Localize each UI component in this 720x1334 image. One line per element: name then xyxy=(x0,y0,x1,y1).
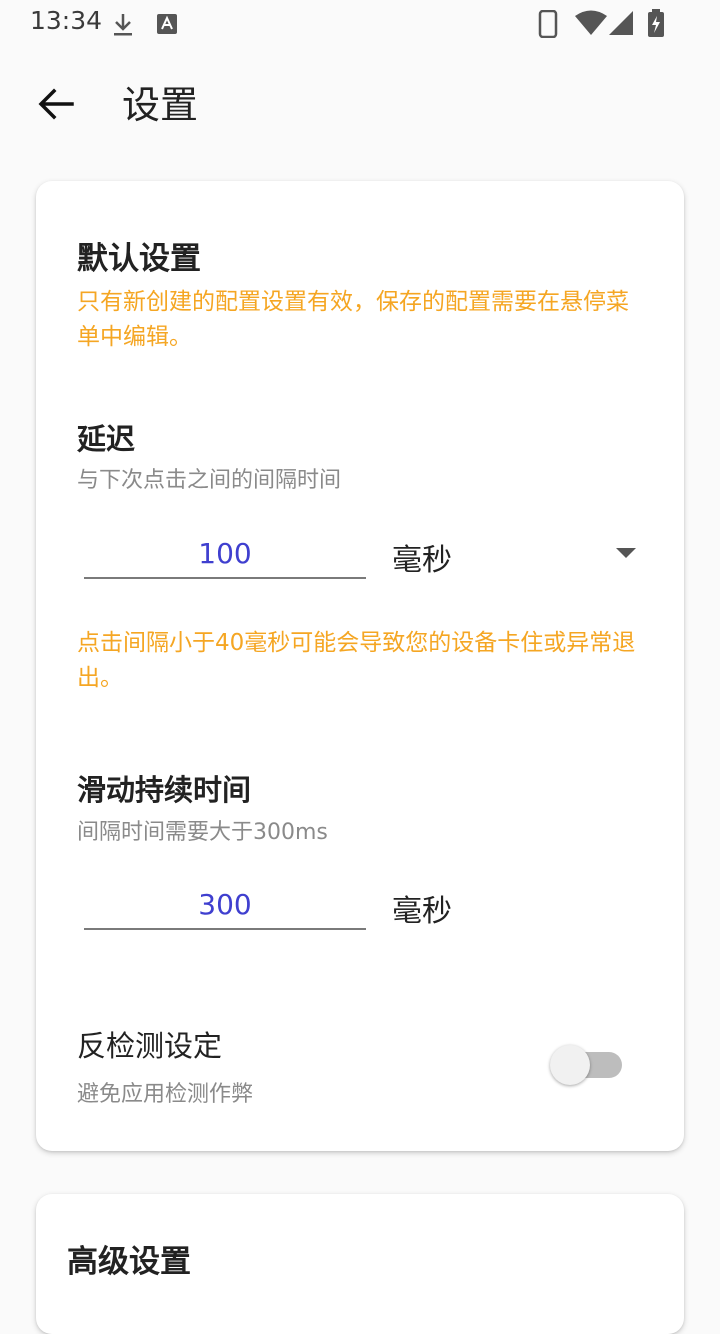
status-time: 13:34 xyxy=(30,6,103,35)
signal-icon xyxy=(609,11,633,35)
chevron-down-icon[interactable] xyxy=(616,548,636,558)
battery-charging-icon xyxy=(648,9,664,37)
anti-detect-title: 反检测设定 xyxy=(77,1029,223,1063)
delay-subtitle: 与下次点击之间的间隔时间 xyxy=(77,468,342,493)
advanced-settings-title: 高级设置 xyxy=(67,1244,191,1280)
advanced-settings-card: 高级设置 xyxy=(36,1194,684,1334)
swipe-duration-title: 滑动持续时间 xyxy=(77,773,252,807)
swipe-duration-subtitle: 间隔时间需要大于300ms xyxy=(77,820,328,845)
page-title: 设置 xyxy=(122,83,199,127)
switch-thumb xyxy=(550,1045,590,1085)
delay-input[interactable]: 100 xyxy=(84,531,366,579)
app-bar: 设置 xyxy=(0,60,720,150)
status-bar: 13:34 xyxy=(0,0,720,48)
wifi-icon xyxy=(575,10,607,35)
font-a-icon xyxy=(157,14,177,34)
default-settings-note: 只有新创建的配置设置有效，保存的配置需要在悬停菜单中编辑。 xyxy=(77,289,629,350)
default-settings-card: 默认设置 只有新创建的配置设置有效，保存的配置需要在悬停菜单中编辑。 延迟 与下… xyxy=(36,181,684,1151)
anti-detect-subtitle: 避免应用检测作弊 xyxy=(77,1082,254,1107)
default-settings-title: 默认设置 xyxy=(77,241,201,277)
arrow-back-icon xyxy=(38,88,74,120)
anti-detect-switch[interactable] xyxy=(550,1043,626,1087)
download-icon xyxy=(114,14,132,36)
delay-title: 延迟 xyxy=(77,422,136,456)
delay-warning: 点击间隔小于40毫秒可能会导致您的设备卡住或异常退出。 xyxy=(77,630,636,691)
swipe-duration-unit: 毫秒 xyxy=(392,894,452,929)
back-button[interactable] xyxy=(28,80,84,128)
phone-icon xyxy=(538,10,558,38)
delay-unit-select[interactable]: 毫秒 xyxy=(392,535,452,579)
swipe-duration-input[interactable]: 300 xyxy=(84,882,366,930)
